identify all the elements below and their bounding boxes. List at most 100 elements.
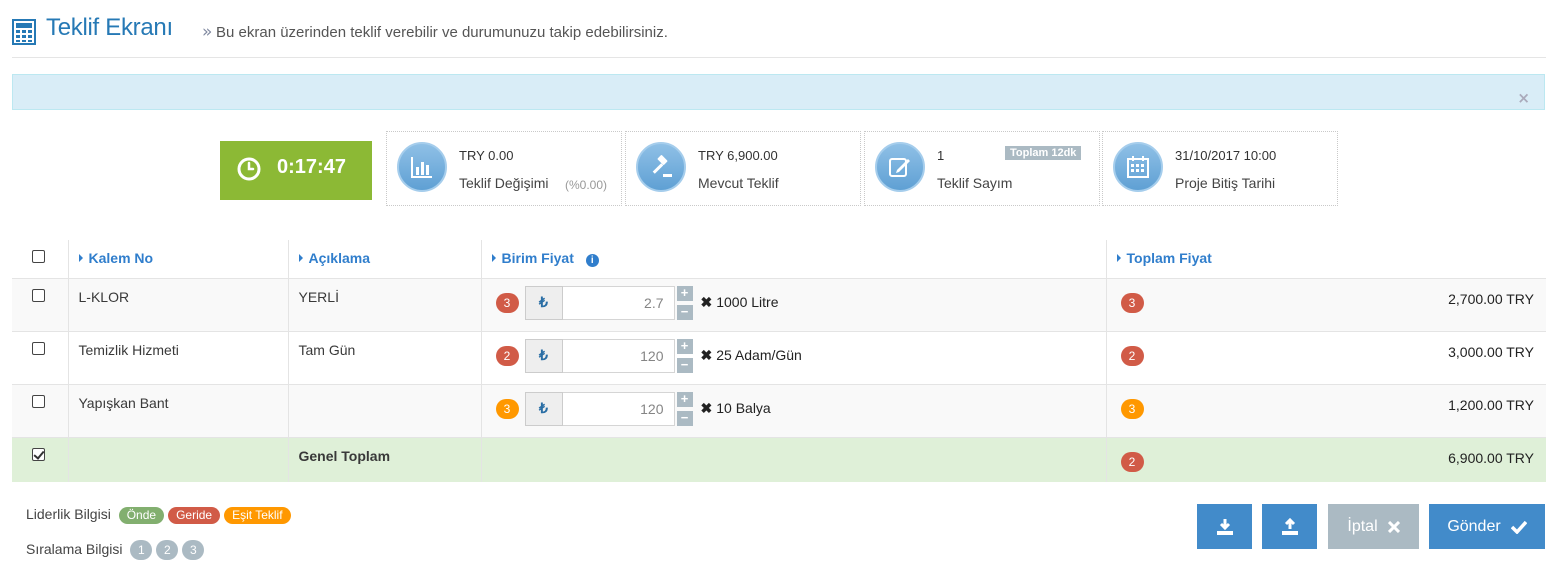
- countdown-timer: 0:17:47: [220, 141, 372, 200]
- bid-table: Kalem No Açıklama Birim Fiyat i Toplam F…: [12, 240, 1546, 482]
- item-no: Yapışkan Bant: [67, 383, 288, 437]
- equal-bid-badge: Eşit Teklif: [224, 507, 291, 524]
- download-button[interactable]: [1197, 504, 1252, 549]
- price-spinner: + −: [676, 391, 693, 426]
- stat-end-date: 31/10/2017 10:00 Proje Bitiş Tarihi: [1102, 131, 1338, 206]
- unit-price-cell: 2 ₺ 120 + − ✖ 25 Adam/Gün: [480, 330, 1106, 384]
- total-amount: 2,700.00 TRY: [1448, 290, 1534, 307]
- decrement-button[interactable]: −: [676, 304, 693, 320]
- total-amount: 3,000.00 TRY: [1448, 343, 1534, 360]
- decrement-button[interactable]: −: [676, 357, 693, 373]
- unit-price-input[interactable]: 2.7: [562, 285, 675, 320]
- caret-right-icon: [78, 254, 83, 262]
- header-total-price[interactable]: Toplam Fiyat: [1105, 240, 1546, 278]
- page-title: Teklif Ekranı: [46, 14, 173, 41]
- table-row: Temizlik Hizmeti Tam Gün 2 ₺ 120 + − ✖ 25…: [12, 330, 1546, 384]
- rank-1-badge: 1: [130, 540, 153, 560]
- stat-percent: (%0.00): [565, 178, 608, 192]
- calendar-icon: [1113, 142, 1163, 192]
- leading-badge: Önde: [118, 507, 165, 524]
- stat-value: TRY 0.00: [459, 148, 514, 163]
- row-select-cell: [12, 383, 68, 437]
- send-button[interactable]: Gönder: [1429, 504, 1545, 549]
- price-spinner: + −: [676, 338, 693, 373]
- grand-total-amount: 6,900.00 TRY: [1448, 449, 1534, 466]
- stat-bid-change: TRY 0.00 Teklif Değişimi (%0.00): [386, 131, 622, 206]
- grand-total-checkbox[interactable]: [32, 447, 45, 461]
- table-header-row: Kalem No Açıklama Birim Fiyat i Toplam F…: [12, 240, 1546, 278]
- item-description: Tam Gün: [287, 330, 481, 384]
- rank-badge: 2: [495, 345, 519, 366]
- row-checkbox[interactable]: [32, 394, 45, 408]
- grand-total-row: Genel Toplam 2 6,900.00 TRY: [12, 436, 1546, 482]
- rank-badge: 3: [1120, 398, 1144, 419]
- increment-button[interactable]: +: [676, 391, 693, 407]
- stat-value: 31/10/2017 10:00: [1175, 148, 1277, 163]
- rank-badge: 2: [1120, 345, 1144, 366]
- row-checkbox[interactable]: [32, 341, 45, 355]
- unit-quantity: ✖ 10 Balya: [700, 400, 771, 416]
- item-no: L-KLOR: [67, 277, 288, 331]
- grand-total-cell: 2 6,900.00 TRY: [1105, 436, 1546, 482]
- item-description: YERLİ: [287, 277, 481, 331]
- caret-right-icon: [298, 254, 303, 262]
- row-select-cell: [12, 330, 68, 384]
- ranking-legend: Sıralama Bilgisi 123: [26, 540, 205, 560]
- stat-label: Teklif Değişimi: [459, 175, 549, 191]
- unit-price-input[interactable]: 120: [562, 338, 675, 373]
- upload-button[interactable]: [1262, 504, 1317, 549]
- multiply-icon: ✖: [700, 347, 713, 363]
- rank-badge: 3: [1120, 292, 1144, 313]
- item-description: [287, 383, 481, 437]
- increment-button[interactable]: +: [676, 285, 693, 301]
- unit-quantity: ✖ 1000 Litre: [700, 294, 779, 310]
- row-select-cell: [12, 436, 68, 482]
- row-select-cell: [12, 277, 68, 331]
- select-all-checkbox[interactable]: [32, 250, 45, 263]
- decrement-button[interactable]: −: [676, 410, 693, 426]
- title-separator: »: [202, 22, 213, 42]
- stat-value: 1: [937, 148, 945, 163]
- rank-2-badge: 2: [156, 540, 179, 560]
- multiply-icon: ✖: [700, 400, 713, 416]
- unit-price-cell: 3 ₺ 120 + − ✖ 10 Balya: [480, 383, 1106, 437]
- lira-icon: ₺: [524, 338, 563, 373]
- bar-chart-icon: [397, 142, 447, 192]
- clock-icon: [237, 157, 261, 185]
- rank-3-badge: 3: [182, 540, 205, 560]
- header-unit-price[interactable]: Birim Fiyat i: [480, 240, 1106, 278]
- header-description[interactable]: Açıklama: [287, 240, 481, 278]
- stat-label: Teklif Sayım: [937, 175, 1013, 191]
- cancel-button[interactable]: İptal: [1328, 504, 1419, 549]
- download-icon: [1216, 518, 1233, 535]
- header-item-no[interactable]: Kalem No: [67, 240, 288, 278]
- stat-current-bid: TRY 6,900.00 Mevcut Teklif: [625, 131, 861, 206]
- info-icon[interactable]: i: [585, 254, 599, 267]
- unit-price-cell: 3 ₺ 2.7 + − ✖ 1000 Litre: [480, 277, 1106, 331]
- table-row: Yapışkan Bant 3 ₺ 120 + − ✖ 10 Balya 3 1,…: [12, 383, 1546, 437]
- caret-right-icon: [1116, 254, 1121, 262]
- select-all-cell: [12, 240, 68, 278]
- total-time-badge: Toplam 12dk: [1005, 146, 1082, 160]
- empty-cell: [480, 436, 1106, 482]
- grand-total-label: Genel Toplam: [287, 436, 481, 482]
- lira-icon: ₺: [524, 285, 563, 320]
- empty-cell: [67, 436, 288, 482]
- total-amount: 1,200.00 TRY: [1448, 396, 1534, 413]
- gavel-icon: [636, 142, 686, 192]
- upload-icon: [1281, 517, 1298, 535]
- close-icon[interactable]: ×: [1517, 91, 1530, 106]
- calculator-icon: [12, 19, 36, 49]
- rank-badge: 3: [495, 292, 519, 313]
- item-no: Temizlik Hizmeti: [67, 330, 288, 384]
- rank-badge: 3: [495, 398, 519, 419]
- info-alert: ×: [12, 74, 1545, 110]
- row-checkbox[interactable]: [32, 288, 45, 302]
- unit-price-input[interactable]: 120: [562, 391, 675, 426]
- multiply-icon: ✖: [700, 294, 713, 310]
- cancel-label: İptal: [1347, 517, 1378, 535]
- unit-quantity: ✖ 25 Adam/Gün: [700, 347, 802, 363]
- increment-button[interactable]: +: [676, 338, 693, 354]
- total-price-cell: 3 2,700.00 TRY: [1105, 277, 1546, 331]
- ranking-label: Sıralama Bilgisi: [26, 541, 123, 557]
